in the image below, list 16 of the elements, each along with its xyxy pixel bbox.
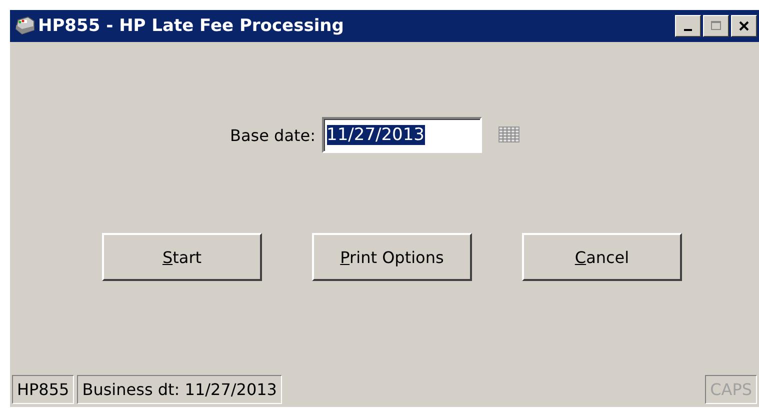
dialog-button[interactable]: Print Options <box>312 233 472 281</box>
close-button[interactable] <box>731 15 757 37</box>
base-date-label: Base date: <box>230 126 316 144</box>
status-panel: HP855 <box>12 374 74 404</box>
minimize-icon <box>684 29 692 31</box>
dialog-button[interactable]: Start <box>102 233 262 281</box>
maximize-icon <box>709 20 723 32</box>
maximize-button[interactable] <box>703 15 729 37</box>
dialog-button[interactable]: Cancel <box>522 233 682 281</box>
printer-icon <box>14 16 36 36</box>
minimize-button[interactable] <box>675 15 701 37</box>
base-date-field[interactable]: 11/27/2013 <box>322 117 482 153</box>
status-panel: Business dt: 11/27/2013 <box>77 374 282 404</box>
calendar-icon[interactable] <box>498 125 522 145</box>
close-icon <box>737 20 751 32</box>
window-title: HP855 - HP Late Fee Processing <box>38 16 344 36</box>
